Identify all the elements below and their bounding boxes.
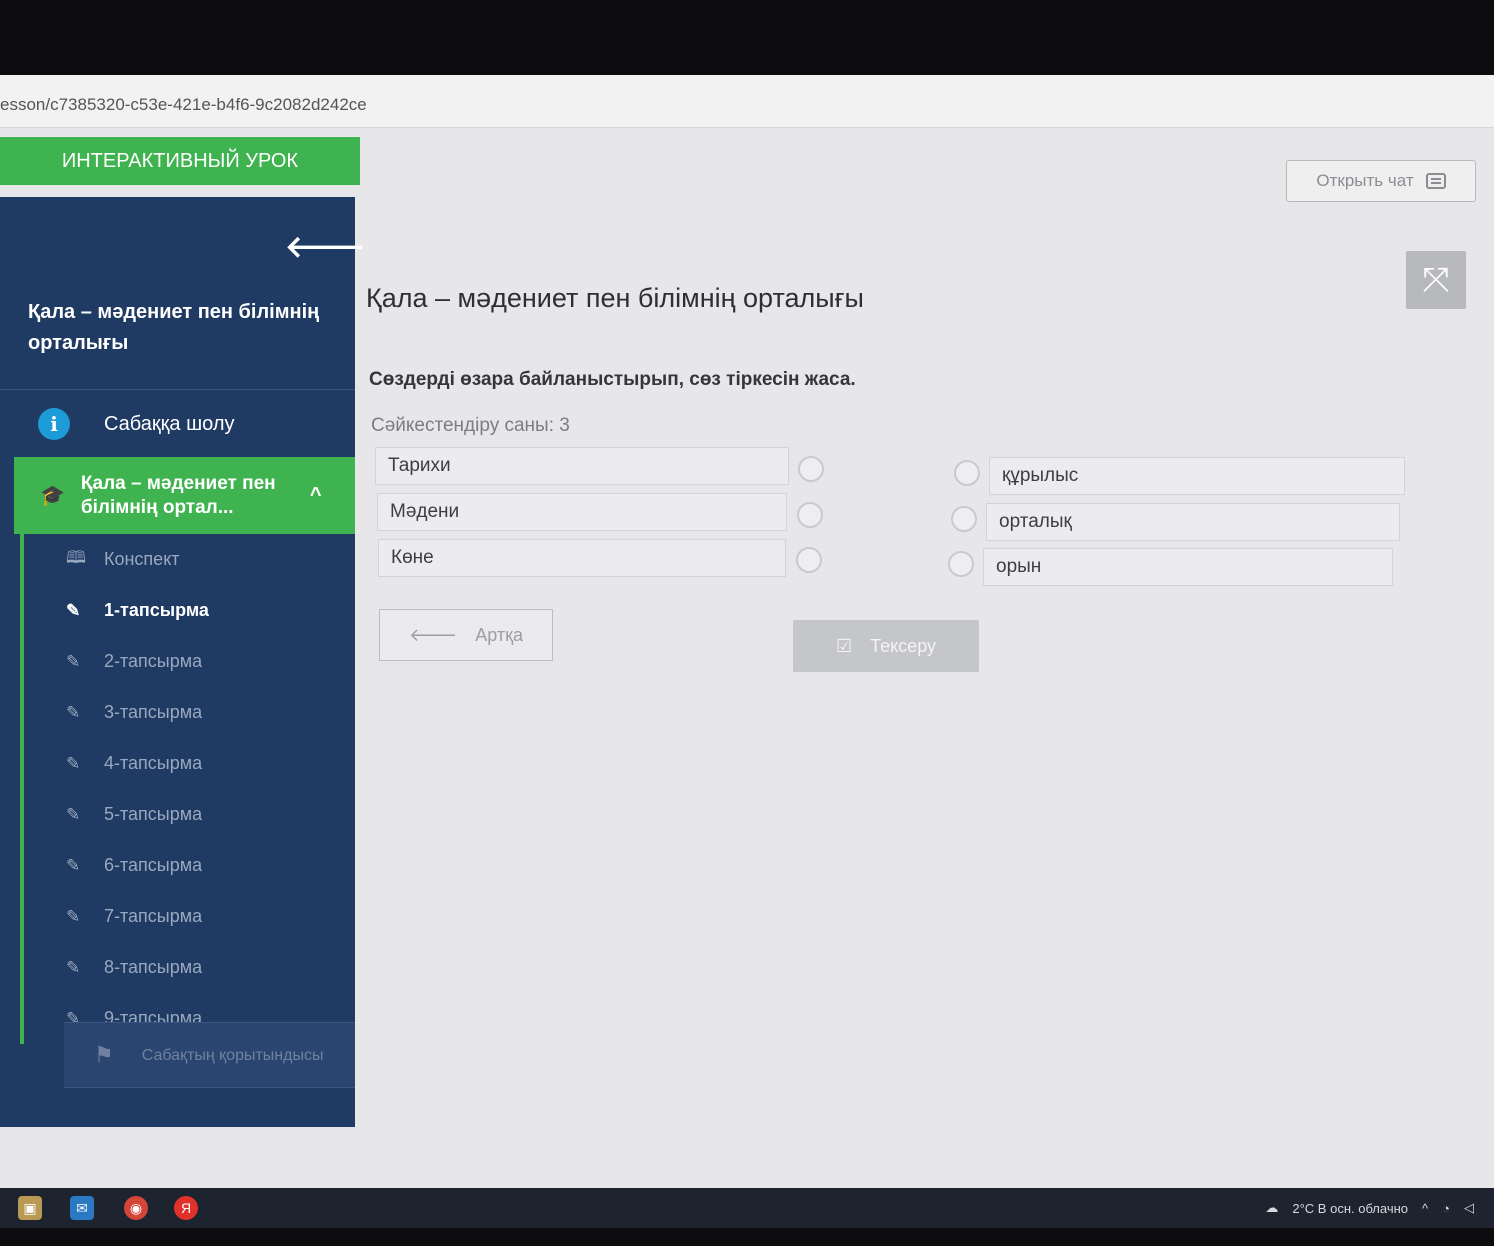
- lesson-sidebar: 🡐 Қала – мәдениет пен білімнің орталығы …: [0, 197, 365, 1127]
- open-chat-button[interactable]: Открыть чат: [1286, 160, 1476, 202]
- sidebar-item-label: 6-тапсырма: [104, 855, 203, 875]
- sidebar-item-task-3[interactable]: ✎ 3-тапсырма: [20, 687, 355, 738]
- chrome-icon[interactable]: ◉: [124, 1196, 148, 1220]
- graduation-cap-icon: 🎓: [40, 485, 65, 507]
- match-left-item[interactable]: Көне: [378, 539, 786, 577]
- address-bar[interactable]: esson/c7385320-c53e-421e-b4f6-9c2082d242…: [0, 75, 1494, 128]
- back-arrow-icon[interactable]: 🡐: [285, 229, 365, 265]
- sidebar-sublist: 🕮 Конспект ✎ 1-тапсырма ✎ 2-тапсырма ✎ 3…: [20, 534, 355, 1044]
- os-taskbar: ▣ ✉ ◉ Я ☁ 2°C В осн. облачно ^ ◔ ◁: [0, 1188, 1494, 1228]
- edit-icon: ✎: [66, 855, 81, 875]
- sidebar-item-overview[interactable]: i Сабаққа шолу: [0, 393, 355, 455]
- task-instruction: Сөздерді өзара байланыстырып, сөз тіркес…: [369, 369, 856, 390]
- edit-icon: ✎: [66, 804, 81, 824]
- back-button[interactable]: 🡐 Артқа: [379, 609, 553, 661]
- check-square-icon: ☑: [835, 635, 853, 656]
- sidebar-item-label: Қала – мәдениет пен білімнің ортал...: [80, 472, 276, 518]
- sidebar-item-label: 4-тапсырма: [104, 753, 203, 773]
- sidebar-item-konspekt[interactable]: 🕮 Конспект: [20, 534, 355, 585]
- edit-icon: ✎: [66, 906, 81, 926]
- expand-icon: ⤧: [1422, 260, 1450, 299]
- match-left-radio[interactable]: [798, 456, 824, 482]
- book-icon: 🕮: [66, 548, 87, 567]
- cloud-icon: ☁: [1265, 1200, 1279, 1215]
- sidebar-lesson-title: Қала – мәдениет пен білімнің орталығы: [28, 301, 320, 354]
- arrow-left-icon: 🡐: [408, 624, 458, 645]
- match-right-item[interactable]: орын: [983, 548, 1393, 586]
- sidebar-item-label: Сабаққа шолу: [104, 412, 235, 435]
- url-text[interactable]: esson/c7385320-c53e-421e-b4f6-9c2082d242…: [0, 95, 367, 115]
- weather-text: 2°C В осн. облачно: [1292, 1200, 1409, 1216]
- match-left-item[interactable]: Тарихи: [375, 447, 789, 485]
- yandex-icon[interactable]: Я: [174, 1196, 198, 1220]
- store-icon[interactable]: ▣: [18, 1196, 42, 1220]
- edit-icon: ✎: [66, 753, 81, 773]
- match-count: Сәйкестендіру саны: 3: [371, 415, 570, 436]
- sidebar-item-label: 7-тапсырма: [104, 906, 203, 926]
- sidebar-item-label: Сабақтың қорытындысы: [141, 1046, 324, 1064]
- sidebar-item-task-7[interactable]: ✎ 7-тапсырма: [20, 891, 355, 942]
- match-right-item[interactable]: орталық: [986, 503, 1400, 541]
- match-left-item[interactable]: Мәдени: [377, 493, 787, 531]
- chevron-up-icon[interactable]: ^: [310, 484, 322, 507]
- chevron-up-icon[interactable]: ^: [1422, 1201, 1428, 1216]
- sidebar-item-task-2[interactable]: ✎ 2-тапсырма: [20, 636, 355, 687]
- edit-icon: ✎: [66, 651, 81, 671]
- edit-icon: ✎: [66, 600, 81, 620]
- sidebar-item-label: 3-тапсырма: [104, 702, 203, 722]
- open-chat-label: Открыть чат: [1316, 171, 1414, 190]
- match-left-radio[interactable]: [797, 502, 823, 528]
- sidebar-item-task-1[interactable]: ✎ 1-тапсырма: [20, 585, 355, 636]
- sidebar-item-task-8[interactable]: ✎ 8-тапсырма: [20, 942, 355, 993]
- sidebar-item-summary[interactable]: ⚑ Сабақтың қорытындысы: [64, 1022, 355, 1088]
- check-button[interactable]: ☑ Тексеру: [793, 620, 979, 672]
- browser-window: esson/c7385320-c53e-421e-b4f6-9c2082d242…: [0, 75, 1494, 1225]
- sidebar-item-label: 8-тапсырма: [104, 957, 203, 977]
- sidebar-item-label: Конспект: [104, 549, 180, 569]
- sidebar-item-task-4[interactable]: ✎ 4-тапсырма: [20, 738, 355, 789]
- sidebar-item-task-6[interactable]: ✎ 6-тапсырма: [20, 840, 355, 891]
- match-right-radio[interactable]: [948, 551, 974, 577]
- sidebar-item-active-section[interactable]: 🎓 Қала – мәдениет пен білімнің ортал... …: [14, 457, 355, 534]
- sidebar-item-label: 2-тапсырма: [104, 651, 203, 671]
- sidebar-item-task-5[interactable]: ✎ 5-тапсырма: [20, 789, 355, 840]
- sidebar-item-label: 5-тапсырма: [104, 804, 203, 824]
- match-right-item[interactable]: құрылыс: [989, 457, 1405, 495]
- chat-icon: [1425, 173, 1446, 189]
- sidebar-divider: [0, 389, 355, 390]
- sidebar-item-label: 1-тапсырма: [104, 600, 209, 620]
- edit-icon: ✎: [66, 957, 81, 977]
- back-button-label: Артқа: [475, 624, 524, 645]
- flag-icon: ⚑: [94, 1042, 114, 1067]
- match-left-radio[interactable]: [796, 547, 822, 573]
- edit-icon: ✎: [66, 702, 81, 722]
- system-tray: ☁ 2°C В осн. облачно ^ ◔ ◁: [1265, 1200, 1474, 1216]
- brand-banner: ИНТЕРАКТИВНЫЙ УРОК: [0, 137, 360, 185]
- network-icon[interactable]: ◔: [1442, 1201, 1450, 1216]
- match-right-radio[interactable]: [951, 506, 977, 532]
- check-button-label: Тексеру: [870, 635, 937, 656]
- match-right-radio[interactable]: [954, 460, 980, 486]
- volume-icon[interactable]: ◁: [1464, 1200, 1474, 1216]
- info-icon: i: [38, 408, 70, 440]
- page-title: Қала – мәдениет пен білімнің орталығы: [366, 283, 864, 313]
- fullscreen-button[interactable]: ⤧: [1406, 251, 1466, 309]
- mail-icon[interactable]: ✉: [70, 1196, 94, 1220]
